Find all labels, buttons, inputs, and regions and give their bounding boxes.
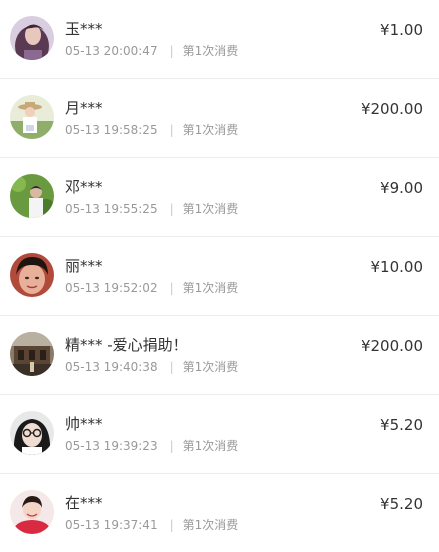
donation-meta: 05-13 19:52:02 | 第1次消费 (65, 280, 238, 296)
donation-time: 05-13 19:55:25 (65, 202, 158, 216)
donation-time: 05-13 19:58:25 (65, 123, 158, 137)
purchase-count: 第1次消费 (182, 518, 239, 532)
separator: | (169, 123, 174, 137)
purchase-count: 第1次消费 (182, 202, 239, 216)
separator: | (169, 518, 174, 532)
separator: | (169, 360, 174, 374)
donor-name: 在*** (65, 494, 103, 512)
donation-row[interactable]: 精*** -爱心捐助！ 05-13 19:40:38 | 第1次消费 ¥200.00 (0, 316, 439, 395)
donation-row[interactable]: 邓*** 05-13 19:55:25 | 第1次消费 ¥9.00 (0, 158, 439, 237)
donation-meta: 05-13 19:55:25 | 第1次消费 (65, 201, 238, 217)
donor-name: 精*** -爱心捐助！ (65, 336, 188, 354)
donation-amount: ¥1.00 (380, 21, 423, 39)
donation-time: 05-13 19:39:23 (65, 439, 158, 453)
separator: | (169, 202, 174, 216)
donor-name: 丽*** (65, 257, 103, 275)
purchase-count: 第1次消费 (182, 123, 239, 137)
garden-person-avatar (10, 174, 54, 218)
donation-amount: ¥200.00 (360, 337, 423, 355)
donor-name: 帅*** (65, 415, 103, 433)
donation-meta: 05-13 20:00:47 | 第1次消费 (65, 43, 238, 59)
donation-row[interactable]: 在*** 05-13 19:37:41 | 第1次消费 ¥5.20 (0, 474, 439, 552)
separator: | (169, 44, 174, 58)
donation-row[interactable]: 玉*** 05-13 20:00:47 | 第1次消费 ¥1.00 (0, 0, 439, 79)
donation-time: 05-13 19:52:02 (65, 281, 158, 295)
donation-meta: 05-13 19:58:25 | 第1次消费 (65, 122, 238, 138)
separator: | (169, 281, 174, 295)
separator: | (169, 439, 174, 453)
purchase-count: 第1次消费 (182, 44, 239, 58)
donation-amount: ¥5.20 (380, 416, 423, 434)
donation-amount: ¥10.00 (370, 258, 424, 276)
donation-amount: ¥5.20 (380, 495, 423, 513)
glasses-person-avatar (10, 411, 54, 455)
donation-meta: 05-13 19:40:38 | 第1次消费 (65, 359, 238, 375)
woman-face-avatar (10, 253, 54, 297)
donation-row[interactable]: 月*** 05-13 19:58:25 | 第1次消费 ¥200.00 (0, 79, 439, 158)
donor-name: 玉*** (65, 20, 103, 38)
donation-row[interactable]: 帅*** 05-13 19:39:23 | 第1次消费 ¥5.20 (0, 395, 439, 474)
donation-list: 玉*** 05-13 20:00:47 | 第1次消费 ¥1.00 月*** 05-… (0, 0, 439, 552)
donor-name: 邓*** (65, 178, 103, 196)
donation-time: 05-13 19:40:38 (65, 360, 158, 374)
person-hat-avatar (10, 95, 54, 139)
donation-amount: ¥200.00 (360, 100, 423, 118)
donation-meta: 05-13 19:37:41 | 第1次消费 (65, 517, 238, 533)
woman-portrait-avatar (10, 16, 54, 60)
donation-amount: ¥9.00 (380, 179, 423, 197)
building-avatar (10, 332, 54, 376)
donation-meta: 05-13 19:39:23 | 第1次消费 (65, 438, 238, 454)
purchase-count: 第1次消费 (182, 281, 239, 295)
girl-red-avatar (10, 490, 54, 534)
donation-time: 05-13 20:00:47 (65, 44, 158, 58)
purchase-count: 第1次消费 (182, 360, 239, 374)
donation-row[interactable]: 丽*** 05-13 19:52:02 | 第1次消费 ¥10.00 (0, 237, 439, 316)
donor-name: 月*** (65, 99, 103, 117)
purchase-count: 第1次消费 (182, 439, 239, 453)
donation-time: 05-13 19:37:41 (65, 518, 158, 532)
